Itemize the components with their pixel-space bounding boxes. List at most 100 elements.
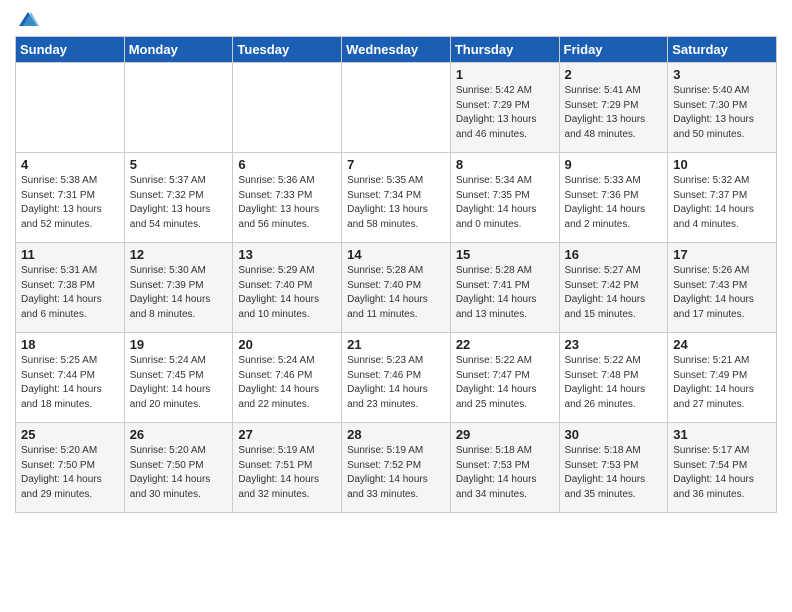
day-info: Sunrise: 5:25 AM Sunset: 7:44 PM Dayligh… [21, 354, 119, 412]
day-number: 8 [456, 157, 554, 172]
calendar-cell: 23 Sunrise: 5:22 AM Sunset: 7:48 PM Dayli… [559, 333, 668, 423]
calendar-week-row: 4Sunrise: 5:38 AM Sunset: 7:31 PM Daylig… [16, 153, 777, 243]
day-number: 5 [130, 157, 228, 172]
day-number: 30 [565, 427, 663, 442]
day-number: 6 [238, 157, 336, 172]
calendar-cell: 9 Sunrise: 5:33 AM Sunset: 7:36 PM Daylig… [559, 153, 668, 243]
day-number: 15 [456, 247, 554, 262]
calendar-cell [16, 63, 125, 153]
calendar-cell: 6 Sunrise: 5:36 AM Sunset: 7:33 PM Daylig… [233, 153, 342, 243]
day-number: 14 [347, 247, 445, 262]
day-info: Sunrise: 5:18 AM Sunset: 7:53 PM Dayligh… [456, 444, 554, 502]
day-info: Sunrise: 5:33 AM Sunset: 7:36 PM Dayligh… [565, 174, 663, 232]
day-number: 12 [130, 247, 228, 262]
day-info: Sunrise: 5:29 AM Sunset: 7:40 PM Dayligh… [238, 264, 336, 322]
calendar-cell [233, 63, 342, 153]
header [15, 10, 777, 28]
day-number: 7 [347, 157, 445, 172]
calendar-table: SundayMondayTuesdayWednesdayThursdayFrid… [15, 36, 777, 513]
calendar-cell: 4Sunrise: 5:38 AM Sunset: 7:31 PM Daylig… [16, 153, 125, 243]
day-info: Sunrise: 5:37 AM Sunset: 7:32 PM Dayligh… [130, 174, 228, 232]
day-info: Sunrise: 5:32 AM Sunset: 7:37 PM Dayligh… [673, 174, 771, 232]
day-info: Sunrise: 5:17 AM Sunset: 7:54 PM Dayligh… [673, 444, 771, 502]
day-number: 1 [456, 67, 554, 82]
day-info: Sunrise: 5:23 AM Sunset: 7:46 PM Dayligh… [347, 354, 445, 412]
day-info: Sunrise: 5:31 AM Sunset: 7:38 PM Dayligh… [21, 264, 119, 322]
day-info: Sunrise: 5:41 AM Sunset: 7:29 PM Dayligh… [565, 84, 663, 142]
day-info: Sunrise: 5:18 AM Sunset: 7:53 PM Dayligh… [565, 444, 663, 502]
calendar-cell: 1 Sunrise: 5:42 AM Sunset: 7:29 PM Daylig… [450, 63, 559, 153]
calendar-cell: 12 Sunrise: 5:30 AM Sunset: 7:39 PM Dayli… [124, 243, 233, 333]
calendar-cell: 16Sunrise: 5:27 AM Sunset: 7:42 PM Dayli… [559, 243, 668, 333]
day-info: Sunrise: 5:28 AM Sunset: 7:41 PM Dayligh… [456, 264, 554, 322]
day-info: Sunrise: 5:36 AM Sunset: 7:33 PM Dayligh… [238, 174, 336, 232]
day-of-week-header: Thursday [450, 37, 559, 63]
day-number: 23 [565, 337, 663, 352]
day-info: Sunrise: 5:24 AM Sunset: 7:45 PM Dayligh… [130, 354, 228, 412]
day-number: 25 [21, 427, 119, 442]
calendar-week-row: 18 Sunrise: 5:25 AM Sunset: 7:44 PM Dayli… [16, 333, 777, 423]
day-of-week-header: Saturday [668, 37, 777, 63]
calendar-cell: 20Sunrise: 5:24 AM Sunset: 7:46 PM Dayli… [233, 333, 342, 423]
day-of-week-header: Monday [124, 37, 233, 63]
day-info: Sunrise: 5:28 AM Sunset: 7:40 PM Dayligh… [347, 264, 445, 322]
day-number: 27 [238, 427, 336, 442]
day-number: 22 [456, 337, 554, 352]
day-info: Sunrise: 5:34 AM Sunset: 7:35 PM Dayligh… [456, 174, 554, 232]
day-number: 31 [673, 427, 771, 442]
calendar-week-row: 25 Sunrise: 5:20 AM Sunset: 7:50 PM Dayli… [16, 423, 777, 513]
calendar-cell [342, 63, 451, 153]
day-of-week-header: Sunday [16, 37, 125, 63]
calendar-cell: 8 Sunrise: 5:34 AM Sunset: 7:35 PM Daylig… [450, 153, 559, 243]
calendar-cell: 15 Sunrise: 5:28 AM Sunset: 7:41 PM Dayli… [450, 243, 559, 333]
calendar-cell: 11 Sunrise: 5:31 AM Sunset: 7:38 PM Dayli… [16, 243, 125, 333]
calendar-cell: 10 Sunrise: 5:32 AM Sunset: 7:37 PM Dayli… [668, 153, 777, 243]
calendar-cell: 14 Sunrise: 5:28 AM Sunset: 7:40 PM Dayli… [342, 243, 451, 333]
day-info: Sunrise: 5:40 AM Sunset: 7:30 PM Dayligh… [673, 84, 771, 142]
day-info: Sunrise: 5:21 AM Sunset: 7:49 PM Dayligh… [673, 354, 771, 412]
day-info: Sunrise: 5:35 AM Sunset: 7:34 PM Dayligh… [347, 174, 445, 232]
day-number: 28 [347, 427, 445, 442]
day-number: 26 [130, 427, 228, 442]
day-number: 29 [456, 427, 554, 442]
calendar-cell: 25Sunrise: 5:20 AM Sunset: 7:50 PM Dayli… [16, 423, 125, 513]
header-row: SundayMondayTuesdayWednesdayThursdayFrid… [16, 37, 777, 63]
day-number: 11 [21, 247, 119, 262]
day-info: Sunrise: 5:20 AM Sunset: 7:50 PM Dayligh… [130, 444, 228, 502]
day-number: 21 [347, 337, 445, 352]
calendar-cell: 18 Sunrise: 5:25 AM Sunset: 7:44 PM Dayli… [16, 333, 125, 423]
calendar-page: SundayMondayTuesdayWednesdayThursdayFrid… [0, 0, 792, 523]
calendar-cell: 28 Sunrise: 5:19 AM Sunset: 7:52 PM Dayli… [342, 423, 451, 513]
calendar-cell: 24Sunrise: 5:21 AM Sunset: 7:49 PM Dayli… [668, 333, 777, 423]
day-number: 10 [673, 157, 771, 172]
calendar-cell: 22 Sunrise: 5:22 AM Sunset: 7:47 PM Dayli… [450, 333, 559, 423]
day-number: 18 [21, 337, 119, 352]
day-of-week-header: Wednesday [342, 37, 451, 63]
day-number: 2 [565, 67, 663, 82]
calendar-cell: 13 Sunrise: 5:29 AM Sunset: 7:40 PM Dayli… [233, 243, 342, 333]
day-info: Sunrise: 5:42 AM Sunset: 7:29 PM Dayligh… [456, 84, 554, 142]
day-info: Sunrise: 5:24 AM Sunset: 7:46 PM Dayligh… [238, 354, 336, 412]
logo [15, 10, 41, 28]
calendar-cell: 29 Sunrise: 5:18 AM Sunset: 7:53 PM Dayli… [450, 423, 559, 513]
day-info: Sunrise: 5:19 AM Sunset: 7:52 PM Dayligh… [347, 444, 445, 502]
day-number: 13 [238, 247, 336, 262]
day-number: 17 [673, 247, 771, 262]
calendar-cell: 5 Sunrise: 5:37 AM Sunset: 7:32 PM Daylig… [124, 153, 233, 243]
calendar-cell: 30 Sunrise: 5:18 AM Sunset: 7:53 PM Dayli… [559, 423, 668, 513]
calendar-week-row: 1 Sunrise: 5:42 AM Sunset: 7:29 PM Daylig… [16, 63, 777, 153]
day-info: Sunrise: 5:19 AM Sunset: 7:51 PM Dayligh… [238, 444, 336, 502]
calendar-cell: 2 Sunrise: 5:41 AM Sunset: 7:29 PM Daylig… [559, 63, 668, 153]
calendar-week-row: 11 Sunrise: 5:31 AM Sunset: 7:38 PM Dayli… [16, 243, 777, 333]
calendar-cell: 3 Sunrise: 5:40 AM Sunset: 7:30 PM Daylig… [668, 63, 777, 153]
day-of-week-header: Tuesday [233, 37, 342, 63]
day-info: Sunrise: 5:30 AM Sunset: 7:39 PM Dayligh… [130, 264, 228, 322]
calendar-cell: 26 Sunrise: 5:20 AM Sunset: 7:50 PM Dayli… [124, 423, 233, 513]
day-number: 16 [565, 247, 663, 262]
day-number: 9 [565, 157, 663, 172]
day-of-week-header: Friday [559, 37, 668, 63]
day-info: Sunrise: 5:22 AM Sunset: 7:47 PM Dayligh… [456, 354, 554, 412]
day-info: Sunrise: 5:22 AM Sunset: 7:48 PM Dayligh… [565, 354, 663, 412]
day-number: 3 [673, 67, 771, 82]
calendar-cell: 21 Sunrise: 5:23 AM Sunset: 7:46 PM Dayli… [342, 333, 451, 423]
